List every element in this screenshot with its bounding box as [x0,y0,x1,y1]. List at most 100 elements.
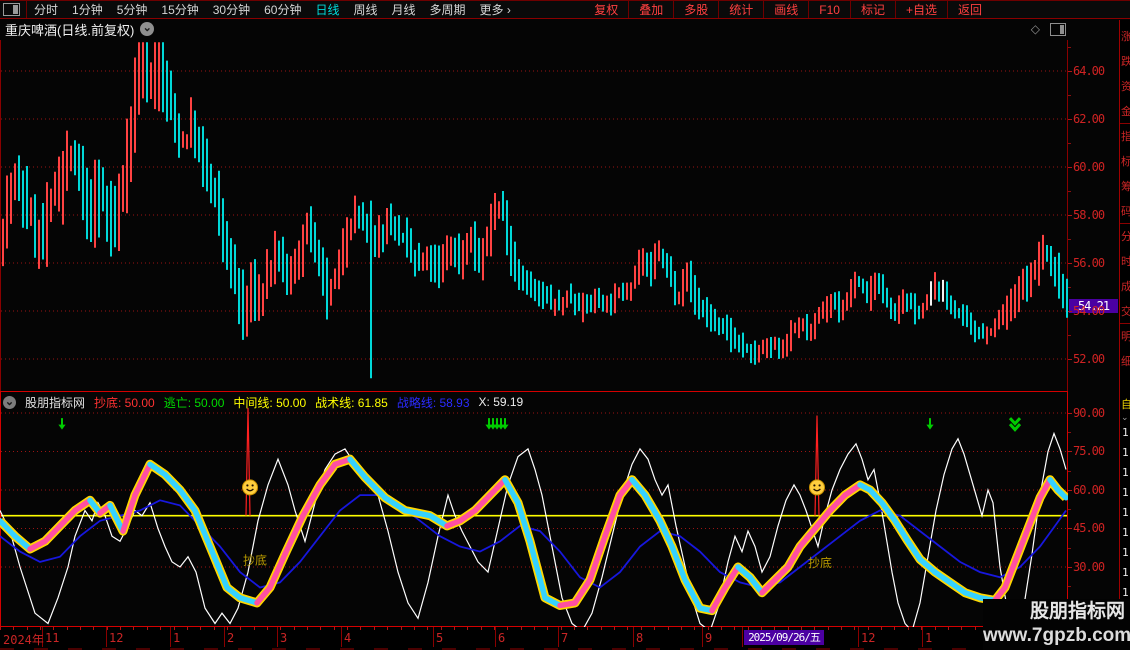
x-tick [587,627,588,630]
period-tab-5分钟[interactable]: 5分钟 [110,1,155,18]
period-tab-1分钟[interactable]: 1分钟 [65,1,110,18]
x-tick [534,627,535,630]
sidebar-chevron-icon[interactable]: ⌄ [1121,412,1129,423]
x-tick [27,627,28,630]
sidebar-tab-char[interactable]: 标 [1121,153,1130,169]
x-separator [341,627,342,647]
price-plot[interactable] [0,40,1068,391]
sidebar-tab-char[interactable]: 分 [1121,228,1130,244]
axis-tick [1068,191,1071,192]
sidebar-page-number[interactable]: 1 [1122,546,1129,559]
axis-tick [1068,311,1072,312]
x-separator [922,627,923,647]
sidebar-page-number[interactable]: 1 [1122,526,1129,539]
action-标记[interactable]: 标记 [851,1,895,18]
x-tick [641,627,642,630]
action-复权[interactable]: 复权 [584,1,628,18]
period-tab-分时[interactable]: 分时 [27,1,65,18]
layout-icon[interactable] [3,3,20,16]
sidebar-tab-char[interactable]: 筹 [1121,178,1130,194]
x-tick [307,627,308,630]
indicator-header: ⌄股朋指标网抄底: 50.00逃亡: 50.00中间线: 50.00战术线: 6… [3,394,523,410]
x-tick [347,627,348,630]
indicator-readout: 战略线: 58.93 [397,394,470,411]
x-tick [53,627,54,630]
sidebar-page-number[interactable]: 1 [1122,446,1129,459]
watermark: 股朋指标网 www.7gpzb.com [983,599,1130,650]
x-separator [277,627,278,647]
sidebar-tab-char[interactable]: 成 [1121,278,1130,294]
action-+自选[interactable]: +自选 [896,1,947,18]
sidebar-page-number[interactable]: 1 [1122,506,1129,519]
axis-tick [1068,215,1072,216]
sidebar-tab-char[interactable]: 细 [1121,353,1130,369]
sidebar-divider [1120,223,1130,224]
sidebar-page-number[interactable]: 1 [1122,586,1129,599]
diamond-icon[interactable]: ◇ [1031,22,1040,36]
watermark-url: www.7gpzb.com [983,624,1125,648]
sidebar-self-tab[interactable]: 自 [1121,396,1130,412]
sidebar-page-number[interactable]: 1 [1122,566,1129,579]
sidebar-tab-char[interactable]: 时 [1121,253,1130,269]
action-多股[interactable]: 多股 [674,1,718,18]
period-tab-多周期[interactable]: 多周期 [423,1,473,18]
page-title: 重庆啤酒(日线.前复权) [5,20,134,39]
action-画线[interactable]: 画线 [764,1,808,18]
axis-tick [1068,413,1072,414]
x-tick [761,627,762,630]
x-tick [801,627,802,630]
period-tab-日线[interactable]: 日线 [308,1,346,18]
chevron-down-icon[interactable]: ⌄ [140,22,154,36]
sidebar-tab-char[interactable]: 金 [1121,103,1130,119]
x-tick [334,627,335,630]
sidebar-tab-char[interactable]: 码 [1121,203,1130,219]
period-tab-周线[interactable]: 周线 [346,1,384,18]
sidebar-page-number[interactable]: 1 [1122,486,1129,499]
period-tab-更多 ›[interactable]: 更多 › [473,1,518,18]
x-tick [227,627,228,630]
action-统计[interactable]: 统计 [719,1,763,18]
x-tick [93,627,94,630]
sidebar-tab-char[interactable]: 明 [1121,328,1130,344]
action-返回[interactable]: 返回 [948,1,992,18]
price-axis-label: 60.00 [1073,160,1121,174]
sidebar-tab-char[interactable]: 指 [1121,128,1130,144]
sidebar-tab-char[interactable]: 资 [1121,78,1130,94]
x-axis-label: 2 [227,631,234,645]
x-tick [547,627,548,630]
axis-tick [1068,47,1071,48]
indicator-collapse-icon[interactable]: ⌄ [3,396,16,409]
sidebar-divider [1120,323,1130,324]
x-tick [240,627,241,630]
axis-tick [1068,567,1072,568]
price-axis-label: 58.00 [1073,208,1121,222]
period-tab-月线[interactable]: 月线 [385,1,423,18]
period-tab-30分钟[interactable]: 30分钟 [206,1,257,18]
period-tab-15分钟[interactable]: 15分钟 [154,1,205,18]
x-separator [558,627,559,647]
indicator-axis-label: 90.00 [1073,406,1121,420]
watermark-site-name: 股朋指标网 [983,600,1125,624]
x-tick [174,627,175,630]
indicator-readout: 抄底: 50.00 [94,394,155,411]
x-tick [360,627,361,630]
axis-tick [1068,471,1071,472]
sidebar-tab-char[interactable]: 涨 [1121,28,1130,44]
sidebar-page-number[interactable]: 1 [1122,466,1129,479]
action-叠加[interactable]: 叠加 [629,1,673,18]
x-tick [734,627,735,630]
x-axis-label: 5 [436,631,443,645]
sidebar-tab-char[interactable]: 交 [1121,303,1130,319]
sidebar-page-number[interactable]: 1 [1122,426,1129,439]
x-tick [828,627,829,630]
x-tick [267,627,268,630]
window-split-icon[interactable] [1050,23,1066,36]
x-tick [401,627,402,630]
x-separator [224,627,225,647]
axis-tick [1068,528,1072,529]
period-tab-60分钟[interactable]: 60分钟 [257,1,308,18]
x-tick [294,627,295,630]
indicator-plot[interactable]: 抄底抄底 [0,391,1068,627]
action-F10[interactable]: F10 [809,3,850,17]
sidebar-tab-char[interactable]: 跌 [1121,53,1130,69]
